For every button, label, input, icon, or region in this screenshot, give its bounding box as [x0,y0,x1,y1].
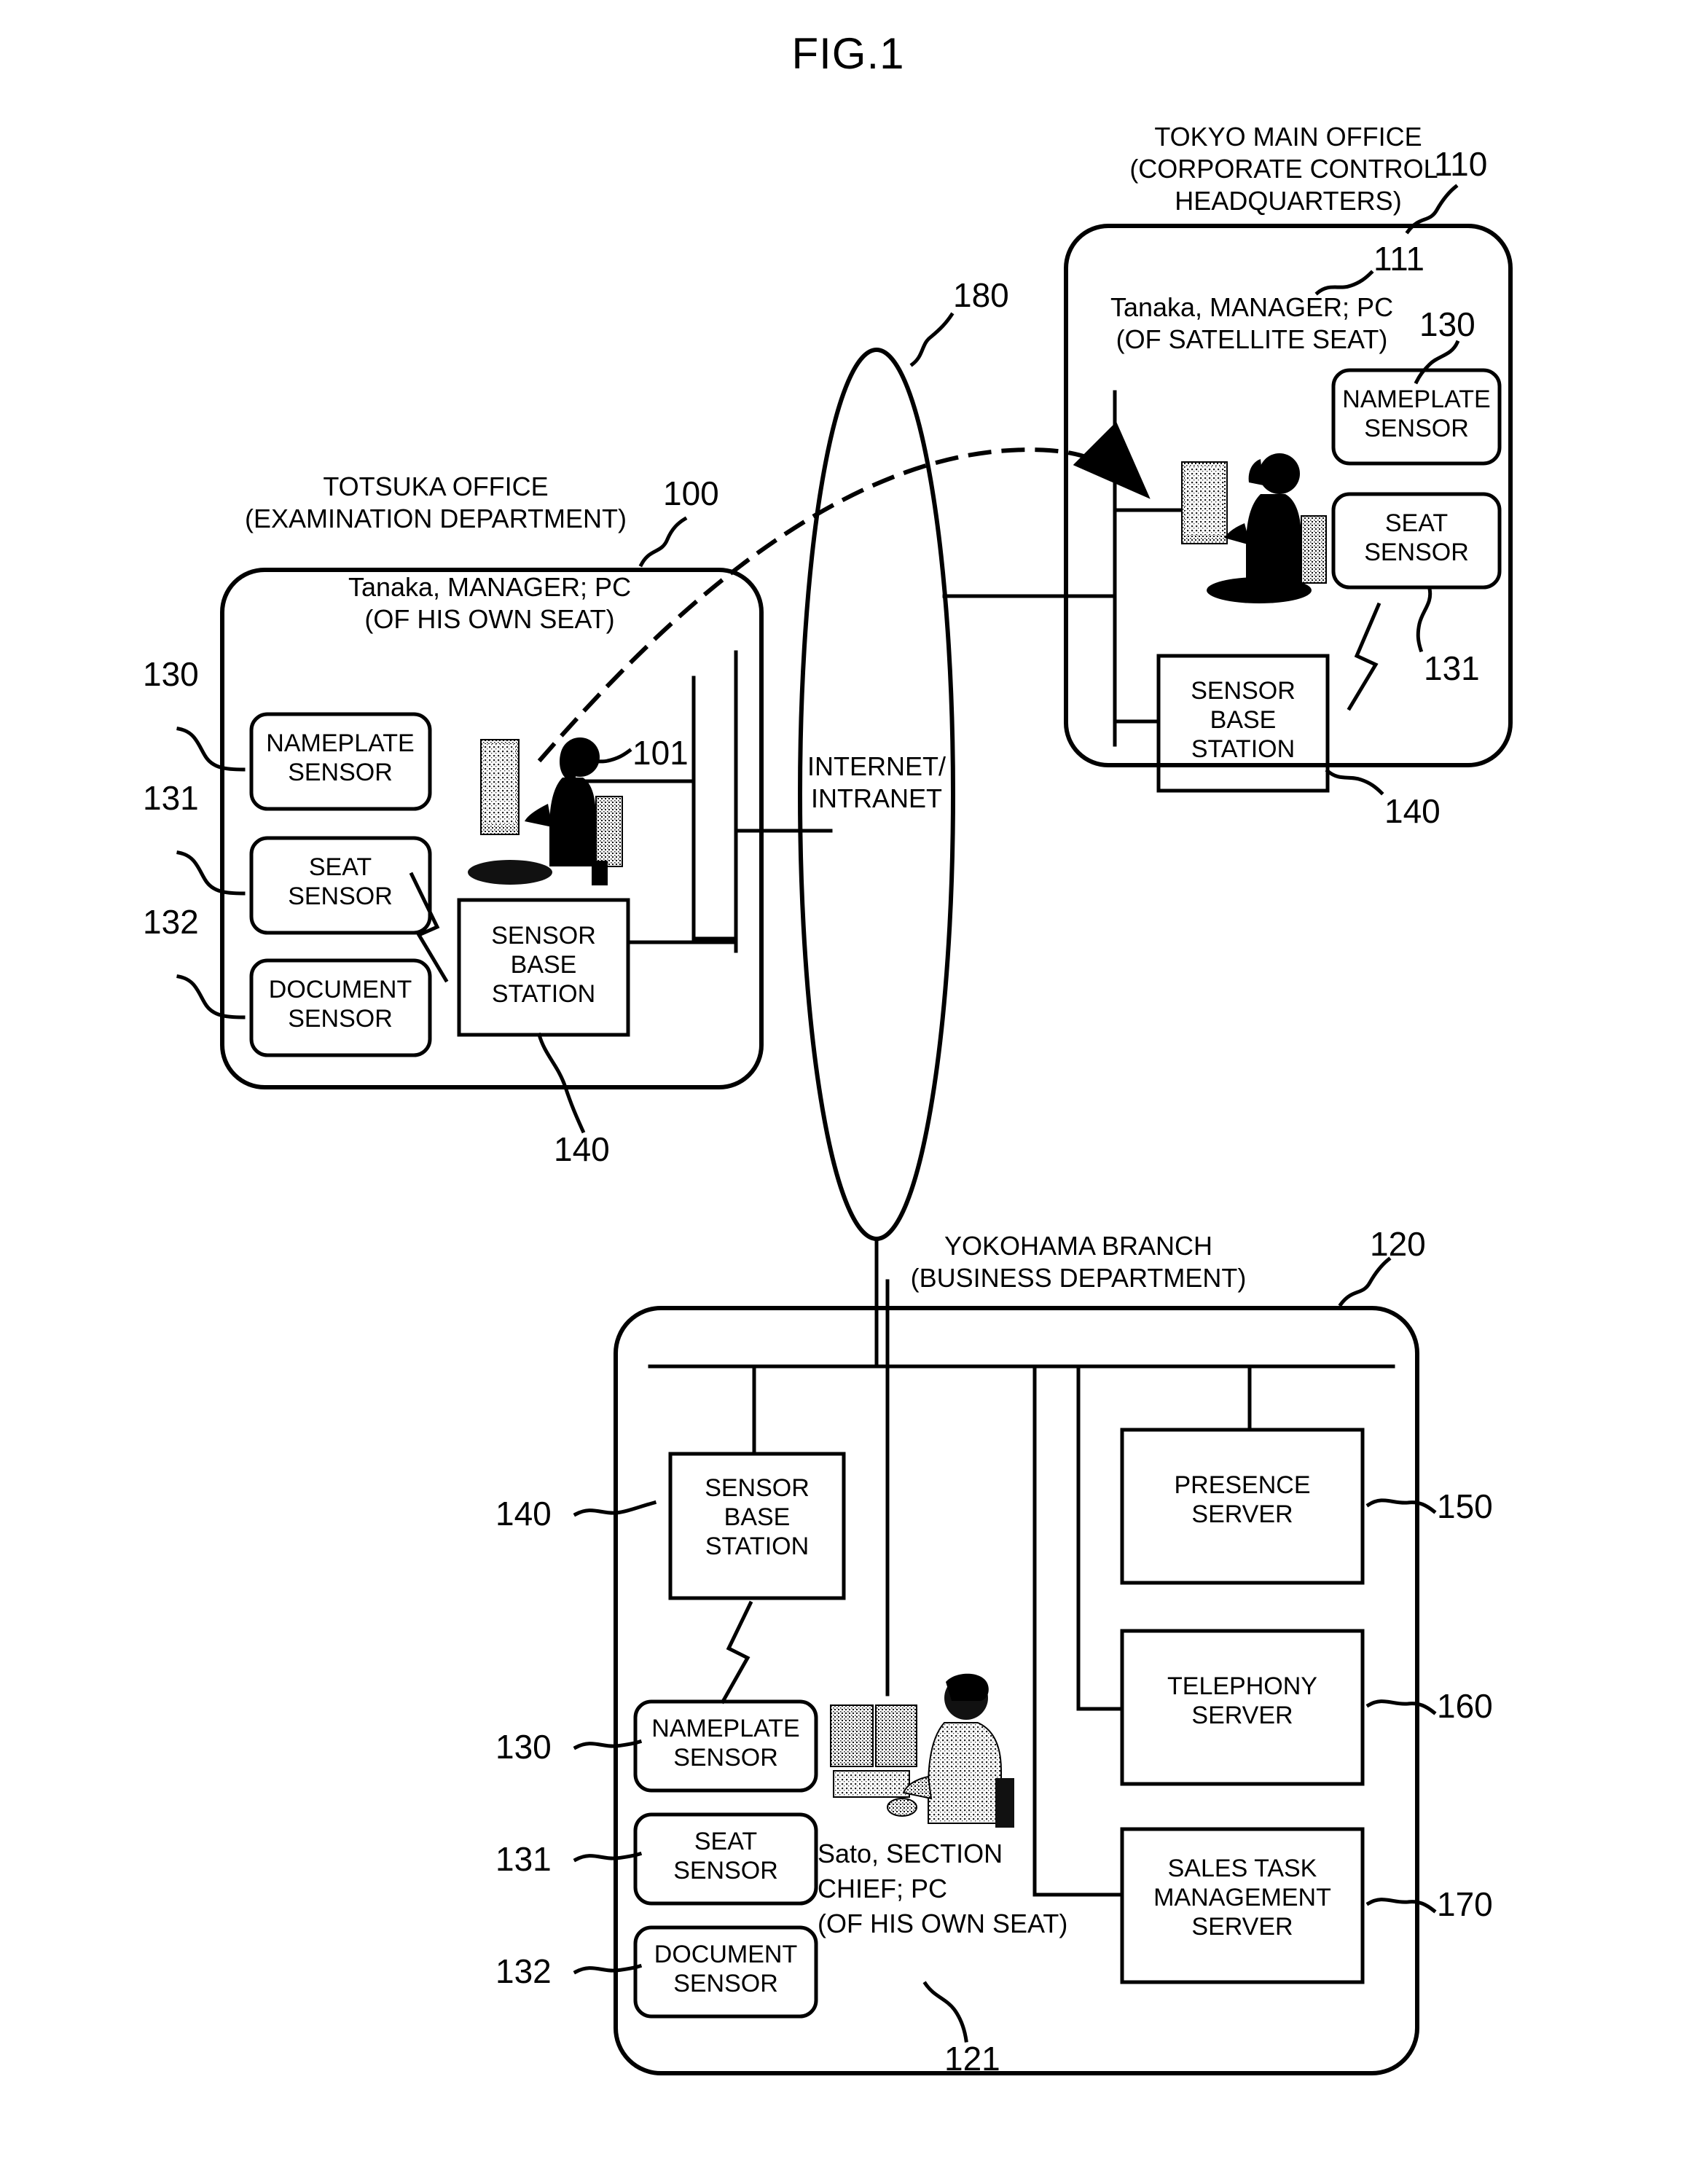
ref-111: 111 [1373,240,1424,278]
ref-130-totsuka: 130 [143,655,199,693]
yokohama-person-pictogram [830,1673,1014,1828]
ref-131-tokyo: 131 [1424,649,1480,687]
yokohama-office-title-line1: YOKOHAMA BRANCH [944,1231,1213,1261]
network-label-line2: INTRANET [811,783,942,813]
totsuka-office-title-line1: TOTSUKA OFFICE [323,471,549,501]
ref-120: 120 [1370,1225,1426,1263]
ref-132-totsuka: 132 [143,903,199,941]
ref-160: 160 [1437,1687,1493,1725]
totsuka-person-pictogram [468,737,623,885]
totsuka-nameplate-sensor-label: NAMEPLATE SENSOR [266,729,415,787]
ref-170: 170 [1437,1885,1493,1923]
ref-180: 180 [953,276,1009,314]
ref-140-totsuka: 140 [554,1130,610,1168]
leader-121 [922,1981,968,2043]
leader-170 [1365,1898,1437,1914]
ref-130-tokyo: 130 [1419,305,1475,343]
yokohama-wireless-link [720,1600,753,1704]
sales-task-management-server-label: SALES TASK MANAGEMENT SERVER [1153,1855,1331,1941]
totsuka-document-sensor-label: DOCUMENT SENSOR [268,976,412,1033]
leader-132y [573,1963,643,1975]
tokyo-person-label-line2: (OF SATELLITE SEAT) [1116,324,1388,354]
leader-131y [573,1851,643,1863]
ref-150: 150 [1437,1487,1493,1525]
tokyo-office-title-line1: TOKYO MAIN OFFICE [1154,122,1422,152]
ref-101: 101 [632,734,689,772]
totsuka-office-title-line2: (EXAMINATION DEPARTMENT) [244,504,627,533]
tokyo-office-title-line2: (CORPORATE CONTROL [1129,154,1438,184]
ref-130-yokohama: 130 [495,1728,552,1766]
yokohama-person-label-line3: (OF HIS OWN SEAT) [818,1909,1068,1938]
tokyo-nameplate-sensor-label: NAMEPLATE SENSOR [1342,385,1491,443]
tokyo-seat-sensor-label: SEAT SENSOR [1364,509,1469,567]
totsuka-person-label-line1: Tanaka, MANAGER; PC [348,572,632,602]
figure-title: FIG.1 [791,29,905,78]
totsuka-person-label-line2: (OF HIS OWN SEAT) [364,604,615,634]
tokyo-wireless-link [1347,602,1381,711]
tokyo-office-title-line3: HEADQUARTERS) [1175,186,1402,216]
yokohama-nameplate-sensor-label: NAMEPLATE SENSOR [651,1715,800,1772]
telephony-server-label: TELEPHONY SERVER [1167,1672,1317,1730]
yokohama-document-sensor-label: DOCUMENT SENSOR [654,1941,798,1998]
network-label-line1: INTERNET/ [807,751,947,781]
yokohama-seat-sensor-label: SEAT SENSOR [673,1828,778,1885]
presence-server-label: PRESENCE SERVER [1174,1471,1311,1529]
yokohama-bus-lines [648,1279,1395,1897]
totsuka-base-station-label: SENSOR BASE STATION [491,922,596,1009]
leader-130y [573,1739,643,1750]
totsuka-seat-sensor-label: SEAT SENSOR [288,853,393,911]
yokohama-base-station-label: SENSOR BASE STATION [705,1474,810,1561]
figure-canvas: FIG.1 TOKYO MAIN OFFICE (CORPORATE CONTR… [0,0,1697,2184]
ref-100: 100 [663,474,719,512]
ref-131-yokohama: 131 [495,1840,552,1878]
ref-140-tokyo: 140 [1384,792,1441,830]
tokyo-person-label-line1: Tanaka, MANAGER; PC [1110,292,1394,322]
ref-121: 121 [944,2040,1000,2078]
satellite-seat-transfer-arrow [537,421,1151,763]
ref-110: 110 [1434,145,1488,183]
yokohama-person-label-line2: CHIEF; PC [818,1874,948,1903]
yokohama-person-label-line1: Sato, SECTION [818,1839,1003,1868]
tokyo-person-pictogram [1181,453,1327,603]
leader-180 [909,312,955,367]
leader-160 [1365,1699,1437,1715]
leader-150 [1365,1498,1437,1514]
ref-140-yokohama: 140 [495,1495,552,1533]
ref-131-totsuka: 131 [143,779,199,817]
tokyo-base-station-label: SENSOR BASE STATION [1191,677,1296,764]
yokohama-office-title-line2: (BUSINESS DEPARTMENT) [910,1263,1247,1293]
ref-132-yokohama: 132 [495,1952,552,1990]
